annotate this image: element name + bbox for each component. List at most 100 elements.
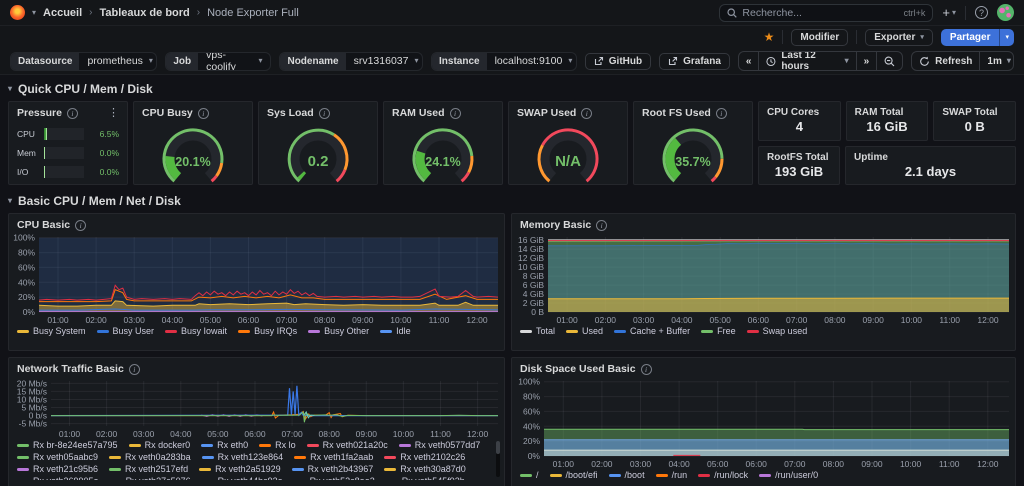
legend-item[interactable]: Busy IRQs: [238, 326, 297, 336]
legend-item[interactable]: /run: [656, 470, 688, 480]
info-icon[interactable]: i: [67, 108, 78, 119]
refresh-interval-picker[interactable]: 1m▾: [980, 52, 1014, 70]
legend-item[interactable]: Total: [520, 326, 555, 336]
legend-item[interactable]: Rx veth1fa2aab: [294, 452, 373, 462]
legend-item[interactable]: Busy System: [17, 326, 86, 336]
info-icon[interactable]: i: [129, 364, 140, 375]
info-icon[interactable]: i: [581, 108, 592, 119]
svg-text:100%: 100%: [518, 377, 540, 387]
legend-item[interactable]: Busy Other: [308, 326, 369, 336]
legend-item[interactable]: Rx veth123e864: [202, 452, 284, 462]
variable-instance[interactable]: Instancelocalhost:9100▾: [431, 52, 577, 71]
share-button[interactable]: Partager ▾: [941, 29, 1014, 46]
legend-item[interactable]: Rx veth44bc93e: [202, 476, 283, 480]
edit-button[interactable]: Modifier: [791, 29, 848, 46]
legend-item[interactable]: /: [520, 470, 539, 480]
variable-datasource[interactable]: Datasourceprometheus▾: [10, 52, 157, 71]
legend-item[interactable]: Rx veth21c95b6: [17, 464, 98, 474]
legend-item[interactable]: Rx docker0: [129, 440, 191, 450]
legend-item[interactable]: Rx veth37c5076: [110, 476, 191, 480]
avatar[interactable]: [997, 4, 1014, 21]
panel-title[interactable]: Sys Load: [267, 107, 314, 119]
legend-item[interactable]: Rx eth0: [201, 440, 248, 450]
breadcrumb-dashboards[interactable]: Tableaux de bord: [100, 7, 190, 19]
legend-item[interactable]: Rx veth30a87d0: [384, 464, 466, 474]
legend-item[interactable]: Rx veth2a51929: [199, 464, 281, 474]
search-input-wrap[interactable]: ctrl+k: [719, 4, 933, 22]
legend-item[interactable]: Rx veth2102c26: [384, 452, 465, 462]
add-button[interactable]: +▾: [942, 5, 956, 20]
legend-item[interactable]: Rx veth52c8ae2: [294, 476, 375, 480]
legend-item[interactable]: /boot: [609, 470, 645, 480]
panel-title[interactable]: Disk Space Used Basic: [520, 363, 636, 375]
help-icon[interactable]: ?: [975, 6, 988, 19]
search-input[interactable]: [742, 7, 898, 19]
panel-title[interactable]: Root FS Used: [642, 107, 711, 119]
export-button[interactable]: Exporter▾: [865, 29, 933, 46]
stat-label[interactable]: RootFS Total: [759, 147, 839, 163]
info-icon[interactable]: i: [198, 108, 209, 119]
zoom-out-time-button[interactable]: [877, 52, 902, 70]
time-shift-forward-button[interactable]: »: [857, 52, 878, 70]
info-icon[interactable]: i: [450, 108, 461, 119]
stat-label[interactable]: SWAP Total: [934, 102, 1015, 118]
breadcrumb-separator: ›: [89, 7, 92, 18]
section-basic-cpu-mem-net-disk[interactable]: ▾Basic CPU / Mem / Net / Disk: [8, 191, 1016, 210]
info-icon[interactable]: i: [596, 220, 607, 231]
section-quick-cpu-mem-disk[interactable]: ▾Quick CPU / Mem / Disk: [8, 79, 1016, 98]
time-shift-back-button[interactable]: «: [739, 52, 760, 70]
time-range-picker[interactable]: Last 12 hours ▾: [759, 52, 856, 70]
info-icon[interactable]: i: [716, 108, 727, 119]
panel-title[interactable]: RAM Used: [392, 107, 445, 119]
legend-item[interactable]: Cache + Buffer: [614, 326, 690, 336]
grafana-logo-icon[interactable]: [10, 5, 25, 20]
legend-item[interactable]: Rx veth0577dd7: [399, 440, 481, 450]
legend-item[interactable]: Rx veth2517efd: [109, 464, 188, 474]
favorite-star-icon[interactable]: ★: [764, 31, 775, 43]
legend-item[interactable]: Idle: [380, 326, 411, 336]
legend-item[interactable]: Busy User: [97, 326, 155, 336]
svg-text:20 Mb/s: 20 Mb/s: [17, 378, 47, 388]
legend-item[interactable]: Rx lo: [259, 440, 296, 450]
stat-label[interactable]: Uptime: [846, 147, 1015, 163]
legend-item[interactable]: Free: [701, 326, 736, 336]
info-icon[interactable]: i: [75, 220, 86, 231]
panel-title[interactable]: CPU Busy: [142, 107, 193, 119]
legend-item[interactable]: Rx veth545f92b: [386, 476, 465, 480]
svg-text:04:00: 04:00: [162, 315, 184, 325]
legend-item[interactable]: Rx br-8e24ee57a795: [17, 440, 118, 450]
variable-job[interactable]: Jobvps-coolify▾: [165, 52, 271, 71]
svg-text:80%: 80%: [18, 248, 35, 258]
panel-title[interactable]: Pressure: [17, 107, 62, 119]
info-icon[interactable]: i: [319, 108, 330, 119]
legend-item[interactable]: Rx veth0a283ba: [109, 452, 191, 462]
legend-item[interactable]: Rx veth021a20c: [307, 440, 388, 450]
legend-item[interactable]: Used: [566, 326, 603, 336]
github-link-button[interactable]: GitHub: [585, 53, 651, 70]
org-switcher-caret-icon[interactable]: ▾: [32, 9, 36, 17]
legend-item[interactable]: /boot/efi: [550, 470, 598, 480]
breadcrumb-home[interactable]: Accueil: [43, 7, 82, 19]
legend-item[interactable]: Rx veth369905a: [17, 476, 99, 480]
stat-label[interactable]: CPU Cores: [759, 102, 840, 118]
legend-item[interactable]: /run/user/0: [759, 470, 818, 480]
panel-title[interactable]: Memory Basic: [520, 219, 591, 231]
grafana-link-button[interactable]: Grafana: [659, 53, 730, 70]
refresh-button[interactable]: Refresh: [912, 52, 980, 70]
legend-scrollbar-thumb[interactable]: [496, 441, 500, 454]
panel-title[interactable]: Network Traffic Basic: [17, 363, 124, 375]
share-dropdown-caret[interactable]: ▾: [999, 29, 1014, 46]
stat-value: 0 B: [934, 118, 1015, 140]
panel-title[interactable]: SWAP Used: [517, 107, 576, 119]
info-icon[interactable]: i: [641, 364, 652, 375]
legend-item[interactable]: Busy Iowait: [165, 326, 227, 336]
legend-item[interactable]: Rx veth2b43967: [292, 464, 374, 474]
stat-label[interactable]: RAM Total: [847, 102, 928, 118]
svg-text:0%: 0%: [23, 307, 36, 317]
legend-item[interactable]: Rx veth05aabc9: [17, 452, 98, 462]
panel-title[interactable]: CPU Basic: [17, 219, 70, 231]
variable-nodename[interactable]: Nodenamesrv1316037▾: [279, 52, 423, 71]
legend-item[interactable]: /run/lock: [698, 470, 748, 480]
legend-item[interactable]: Swap used: [747, 326, 808, 336]
panel-menu-icon[interactable]: ⋮: [108, 108, 119, 119]
